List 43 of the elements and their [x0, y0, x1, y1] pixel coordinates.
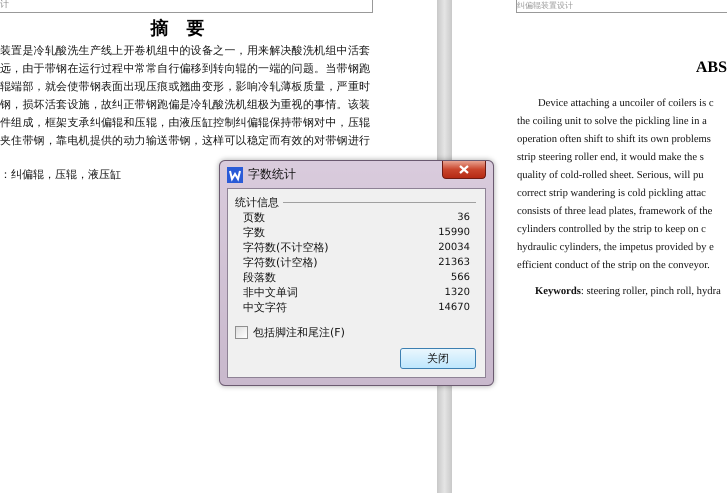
text-line: 夹住带钢，靠电机提供的动力输送带钢，这样可以稳定而有效的对带钢进行	[0, 133, 370, 149]
text-line: hydraulic cylinders, the impetus provided by e	[517, 241, 714, 255]
text-line: 装置是冷轧酸洗生产线上开卷机组中的设备之一，用来解决酸洗机组中活套	[0, 43, 370, 59]
text-line: 远，由于带钢在运行过程中常常自行偏移到转向辊的一端的问题。当带钢跑	[0, 61, 370, 77]
dialog-title: 字数统计	[248, 166, 296, 183]
close-button[interactable]	[442, 161, 486, 179]
page-title: ABS	[694, 59, 727, 78]
stat-value: 566	[450, 272, 470, 283]
stat-value: 14670	[438, 302, 470, 313]
close-icon	[459, 165, 469, 174]
checkbox[interactable]	[235, 326, 248, 339]
stat-label: 段落数	[243, 270, 276, 285]
app-logo-icon	[227, 166, 243, 182]
stat-label: 字符数(不计空格)	[243, 240, 329, 255]
checkbox-label: 包括脚注和尾注(F)	[253, 325, 345, 340]
stat-value: 36	[457, 212, 470, 223]
text-line: 辊端部，就会使带钢表面出现压痕或翘曲变形，影响冷轧薄板质量，严重时	[0, 79, 370, 95]
page-title: 摘 要	[149, 17, 206, 41]
stat-label: 页数	[243, 210, 265, 225]
stat-label: 中文字符	[243, 300, 287, 315]
page-header: 纠偏辊装置设计	[516, 0, 727, 13]
stat-label: 字符数(计空格)	[243, 255, 318, 270]
text-line: 件组成，框架支承纠偏辊和压辊，由液压缸控制纠偏辊保持带钢对中，压辊	[0, 115, 370, 131]
text-line: correct strip wandering is cold pickling attac	[517, 187, 706, 201]
text-line: the coiling unit to solve the pickling line in a	[517, 115, 707, 129]
text-line: Device attaching a uncoiler of coilers is c	[537, 97, 714, 111]
text-line: quality of cold-rolled sheet. Serious, will pu	[517, 169, 704, 183]
text-line: consists of three lead plates, framework of the	[517, 205, 712, 219]
stat-value: 20034	[438, 242, 470, 253]
stat-value: 15990	[438, 227, 470, 238]
keywords-line: ：纠偏辊，压辊，液压缸	[0, 167, 121, 183]
group-label: 统计信息	[235, 195, 279, 210]
text-line: 钢，损坏活套设施，故纠正带钢跑偏是冷轧酸洗机组极为重视的事情。该装	[0, 97, 370, 113]
text-line: strip steering roller end, it would make the s	[517, 151, 704, 165]
stat-label: 非中文单词	[243, 285, 298, 300]
keywords-line: Keywords: steering roller, pinch roll, hydra	[534, 285, 721, 299]
close-dialog-button[interactable]: 关闭	[400, 348, 476, 369]
stat-value: 21363	[438, 257, 470, 268]
text-line: operation often shift to shift its own problems	[517, 133, 711, 147]
stat-value: 1320	[444, 287, 470, 298]
text-line: cylinders controlled by the strip to keep on c	[517, 223, 706, 237]
text-line: efficient conduct of the strip on the conveyor.	[517, 259, 710, 273]
stat-label: 字数	[243, 225, 265, 240]
